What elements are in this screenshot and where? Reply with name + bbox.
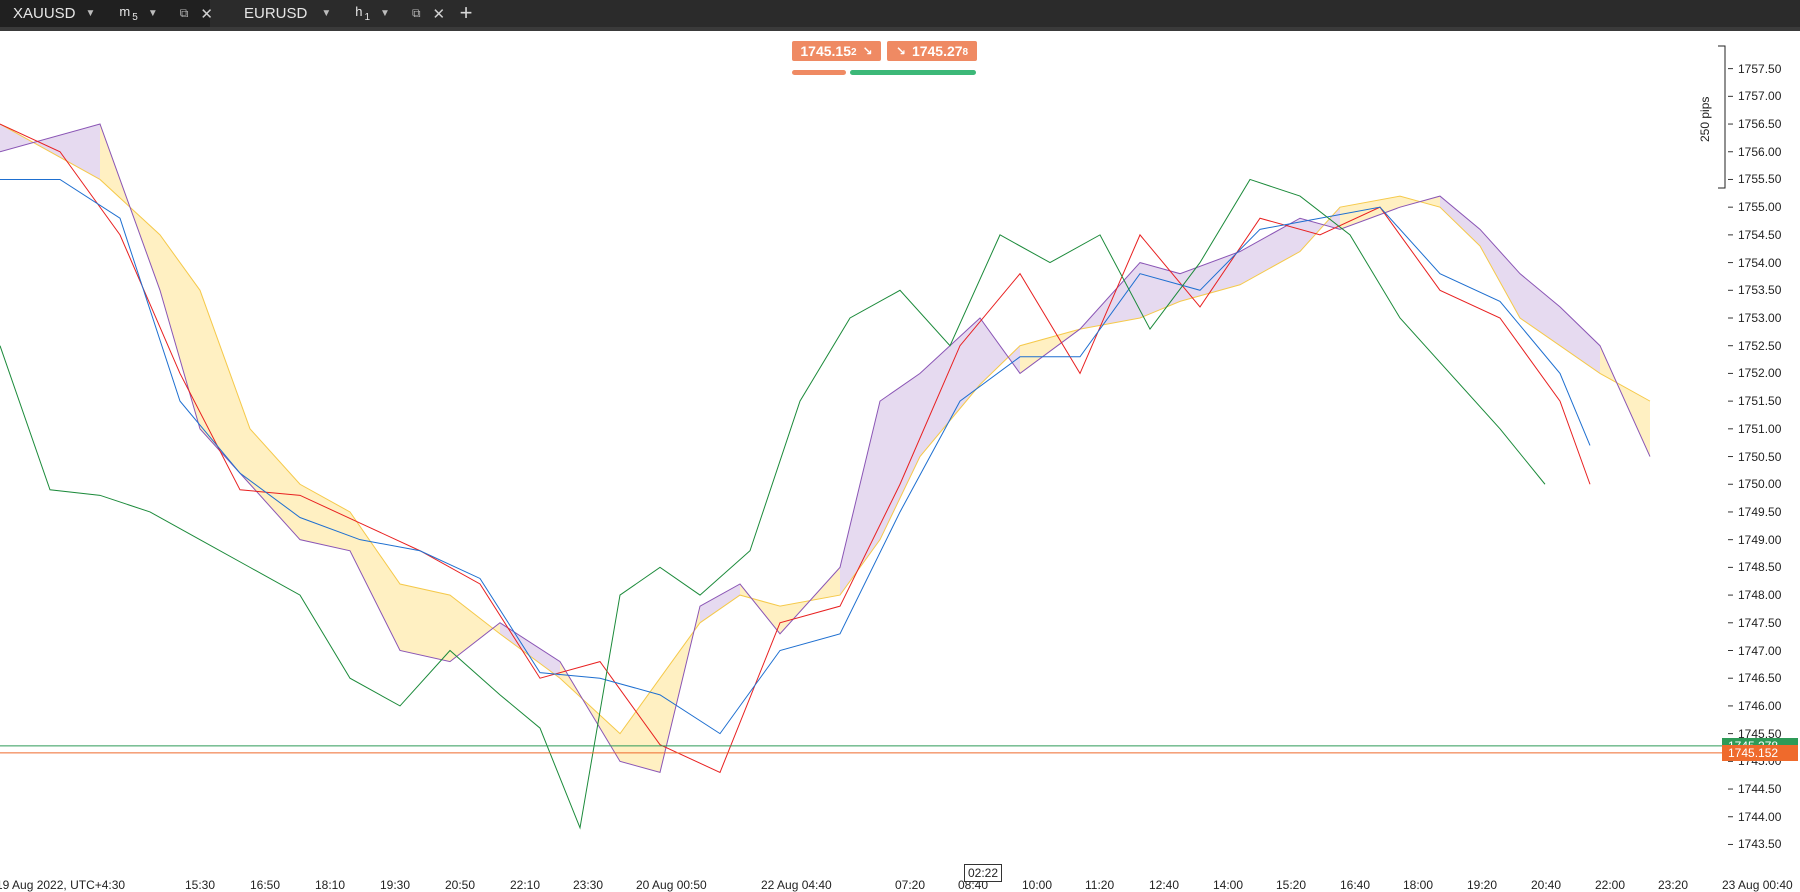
sell-price-tail: 2 — [850, 46, 857, 58]
y-tick-label: 1747.50 — [1738, 615, 1782, 630]
x-tick-label: 16:50 — [250, 878, 281, 892]
x-tick-label: 19:30 — [380, 878, 411, 892]
y-tick-label: 1752.00 — [1738, 366, 1782, 381]
x-tick-label: 18:00 — [1403, 878, 1434, 892]
y-tick-label: 1753.00 — [1738, 311, 1782, 325]
bid-price-badge: 1745.152 — [1722, 744, 1798, 761]
y-tick-label: 1750.00 — [1738, 477, 1782, 492]
x-tick-label: 14:00 — [1213, 878, 1244, 892]
pips-ruler — [1718, 45, 1726, 189]
y-tick-label: 1751.00 — [1738, 421, 1782, 436]
y-tick-label: 1754.50 — [1738, 227, 1782, 242]
pips-ruler-label: 250 pips — [1698, 96, 1712, 142]
y-tick-label: 1750.50 — [1738, 449, 1782, 464]
sell-arrow-icon: ↘ — [862, 44, 873, 58]
y-tick-label: 1744.50 — [1738, 782, 1782, 797]
sell-price: 1745.15 — [800, 43, 851, 59]
cloud-bear-segment — [920, 318, 980, 457]
y-tick-label: 1749.00 — [1738, 532, 1782, 547]
price-chart[interactable] — [0, 0, 1800, 888]
x-tick-label: 10:00 — [1022, 878, 1053, 892]
cloud-bear-segment — [1520, 273, 1560, 346]
y-tick-label: 1744.00 — [1738, 809, 1782, 824]
x-tick-label: 22 Aug 04:40 — [761, 878, 832, 892]
x-tick-label: 12:40 — [1149, 878, 1180, 892]
x-tick-label: 07:20 — [895, 878, 926, 892]
y-tick-label: 1748.50 — [1738, 560, 1782, 575]
x-tick-label: 23:30 — [573, 878, 604, 892]
sell-button[interactable]: 1745.15 2 ↘ — [792, 41, 881, 61]
cloud-bull-segment — [300, 484, 350, 551]
y-tick-label: 1746.50 — [1738, 671, 1782, 686]
y-tick-label: 1756.00 — [1738, 144, 1782, 159]
x-tick-label: 15:30 — [185, 878, 216, 892]
y-tick-label: 1757.00 — [1738, 89, 1782, 104]
y-tick-label: 1746.00 — [1738, 698, 1782, 713]
y-tick-label: 1755.00 — [1738, 200, 1782, 215]
y-tick-label: 1756.50 — [1738, 117, 1782, 132]
buy-volume-bar — [850, 70, 976, 75]
sell-volume-bar — [792, 70, 846, 75]
crosshair-time-label: 02:22 — [964, 864, 1003, 882]
x-tick-label: 19 Aug 2022, UTC+4:30 — [0, 878, 126, 892]
y-tick-label: 1755.50 — [1738, 172, 1782, 187]
y-tick-label: 1753.50 — [1738, 283, 1782, 298]
x-tick-label: 20:50 — [445, 878, 476, 892]
x-tick-label: 23:20 — [1658, 878, 1689, 892]
cloud-bear-segment — [880, 373, 920, 540]
cloud-bear-segment — [500, 622, 560, 679]
buy-price-tail: 8 — [962, 46, 969, 58]
y-tick-label: 1749.50 — [1738, 504, 1782, 519]
x-tick-label: 16:40 — [1340, 878, 1371, 892]
x-tick-label: 19:20 — [1467, 878, 1498, 892]
x-tick-label: 20:40 — [1531, 878, 1562, 892]
cloud-bull-segment — [400, 584, 450, 662]
cloud-bear-segment — [1480, 229, 1520, 318]
x-tick-label: 15:20 — [1276, 878, 1307, 892]
cloud-bull-segment — [250, 428, 300, 540]
cloud-bear-segment — [1240, 218, 1300, 285]
y-tick-label: 1748.00 — [1738, 588, 1782, 603]
x-tick-label: 20 Aug 00:50 — [636, 878, 707, 892]
y-tick-label: 1747.00 — [1738, 643, 1782, 658]
x-tick-label: 23 Aug 00:40 — [1722, 878, 1793, 892]
x-tick-label: 11:20 — [1085, 878, 1115, 892]
y-tick-label: 1757.50 — [1738, 61, 1782, 76]
x-tick-label: 22:10 — [510, 878, 541, 892]
y-tick-label: 1743.50 — [1738, 837, 1782, 852]
cloud-bear-segment — [1440, 196, 1480, 246]
x-tick-label: 22:00 — [1595, 878, 1626, 892]
buy-price: 1745.27 — [911, 43, 963, 59]
y-tick-label: 1752.50 — [1738, 338, 1782, 353]
y-tick-label: 1751.50 — [1738, 394, 1782, 409]
y-tick-label: 1754.00 — [1738, 255, 1782, 270]
chikou-line — [0, 178, 1546, 830]
buy-arrow-icon: ↘ — [895, 44, 906, 58]
x-tick-label: 18:10 — [315, 878, 346, 892]
cloud-bull-segment — [350, 511, 400, 651]
buy-button[interactable]: ↘ 1745.27 8 — [887, 41, 977, 61]
